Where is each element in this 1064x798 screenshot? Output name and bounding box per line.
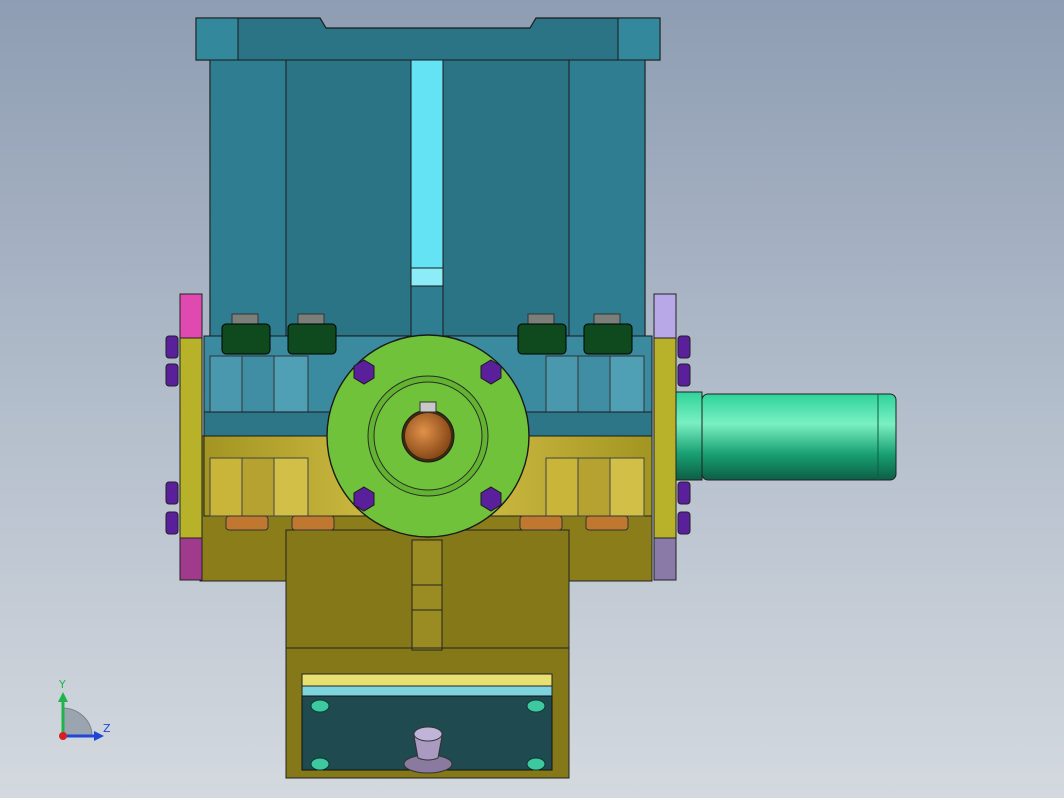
center-slot <box>410 59 444 342</box>
triad-z-label: Z <box>103 722 111 735</box>
front-flange <box>326 334 530 538</box>
triad-y-label: Y <box>59 678 66 691</box>
left-side-plate <box>165 293 203 581</box>
gearbox-assembly-model <box>58 17 897 779</box>
coordinate-triad <box>58 692 104 741</box>
triad-x-axis <box>59 732 67 740</box>
output-shaft <box>675 391 897 481</box>
cad-viewport[interactable]: Y Z <box>0 0 1064 798</box>
